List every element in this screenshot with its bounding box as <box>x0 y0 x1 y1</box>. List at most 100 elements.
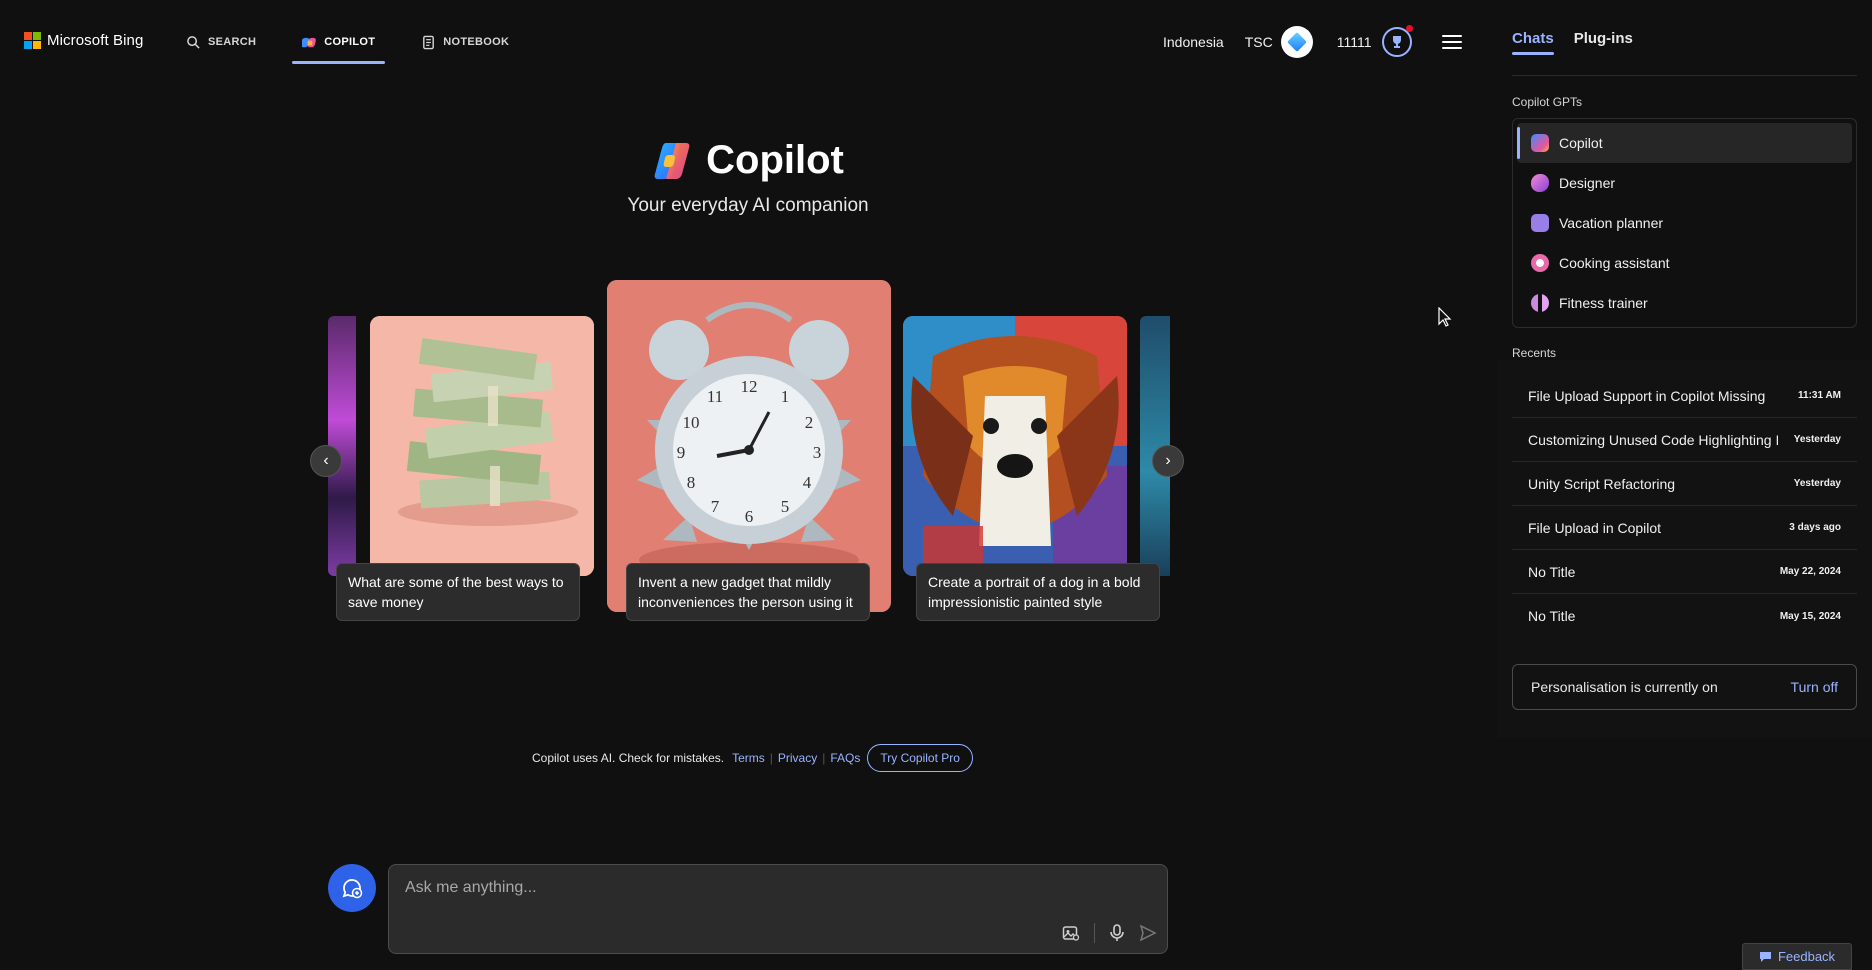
rewards-points[interactable]: 11111 <box>1337 34 1372 50</box>
copilot-icon <box>302 37 317 47</box>
gpt-item-designer[interactable]: Designer <box>1517 163 1852 203</box>
recent-chat-item[interactable]: Unity Script Refactoring Yesterday <box>1512 462 1857 506</box>
bowl-icon <box>1531 254 1549 272</box>
gpt-item-label: Fitness trainer <box>1559 295 1648 311</box>
tab-chats[interactable]: Chats <box>1512 30 1554 55</box>
disclaimer-bar: Copilot uses AI. Check for mistakes. Ter… <box>532 744 973 772</box>
try-copilot-pro-button[interactable]: Try Copilot Pro <box>867 744 973 772</box>
nav-search[interactable]: SEARCH <box>176 22 266 62</box>
suitcase-icon <box>1531 214 1549 232</box>
recent-chat-title: Unity Script Refactoring <box>1528 475 1676 492</box>
region-selector[interactable]: Indonesia <box>1163 34 1224 50</box>
nav-copilot[interactable]: COPILOT <box>292 22 386 64</box>
suggestion-card[interactable] <box>903 316 1127 576</box>
card-caption[interactable]: Create a portrait of a dog in a bold imp… <box>916 563 1160 621</box>
card-caption[interactable]: What are some of the best ways to save m… <box>336 563 580 621</box>
privacy-link[interactable]: Privacy <box>778 751 817 765</box>
search-icon <box>187 35 200 49</box>
card-caption[interactable]: Invent a new gadget that mildly inconven… <box>626 563 870 621</box>
svg-text:2: 2 <box>805 413 814 432</box>
nav-notebook-label: NOTEBOOK <box>443 36 510 48</box>
recent-chat-item[interactable]: No Title May 22, 2024 <box>1512 550 1857 594</box>
feedback-label: Feedback <box>1777 949 1836 964</box>
svg-text:8: 8 <box>687 473 696 492</box>
sidebar-divider <box>1512 75 1857 76</box>
recent-chat-item[interactable]: Customizing Unused Code Highlighting I Y… <box>1512 418 1857 462</box>
personalisation-status: Personalisation is currently on <box>1531 679 1718 695</box>
image-search-icon[interactable] <box>1062 924 1080 942</box>
divider: | <box>822 751 826 765</box>
recent-chat-time: Yesterday <box>1793 478 1841 489</box>
chat-input-placeholder[interactable]: Ask me anything... <box>405 879 537 897</box>
recent-chat-item[interactable]: File Upload Support in Copilot Missing 1… <box>1512 374 1857 418</box>
personalisation-banner: Personalisation is currently on Turn off <box>1512 664 1857 710</box>
sidebar-tabs: Chats Plug-ins <box>1512 30 1633 55</box>
carousel-next-button[interactable]: › <box>1152 445 1184 477</box>
hero: Copilot Your everyday AI companion <box>520 138 976 217</box>
user-initials[interactable]: TSC <box>1245 34 1273 50</box>
top-nav: SEARCH COPILOT NOTEBOOK <box>176 22 545 64</box>
svg-text:10: 10 <box>683 413 700 432</box>
divider: | <box>769 751 773 765</box>
recents-list: File Upload Support in Copilot Missing 1… <box>1512 374 1857 638</box>
gpt-item-copilot[interactable]: Copilot <box>1517 123 1852 163</box>
notification-dot <box>1405 25 1413 32</box>
designer-icon <box>1531 174 1549 192</box>
suggestion-card[interactable] <box>370 316 594 576</box>
recent-chat-title: File Upload Support in Copilot Missing <box>1528 387 1766 404</box>
send-icon[interactable] <box>1139 924 1157 942</box>
suggestion-carousel: 12 1 2 345 678 9 10 11 What are some of … <box>310 280 1184 621</box>
recents-heading: Recents <box>1512 346 1557 360</box>
recent-chat-item[interactable]: No Title May 15, 2024 <box>1512 594 1857 638</box>
gpt-item-label: Cooking assistant <box>1559 255 1670 271</box>
brand-name: Microsoft Bing <box>47 32 144 49</box>
dumbbell-icon <box>1531 294 1549 312</box>
gpts-heading: Copilot GPTs <box>1512 95 1583 109</box>
gpt-item-cooking-assistant[interactable]: Cooking assistant <box>1517 243 1852 283</box>
svg-text:12: 12 <box>741 377 758 396</box>
divider <box>1094 923 1095 943</box>
notebook-icon <box>423 35 435 49</box>
new-topic-button[interactable] <box>328 864 376 912</box>
new-chat-icon <box>342 879 363 899</box>
svg-text:7: 7 <box>711 497 720 516</box>
microsoft-logo-icon <box>24 32 41 49</box>
gpt-item-fitness-trainer[interactable]: Fitness trainer <box>1517 283 1852 323</box>
hamburger-menu-icon[interactable] <box>1441 35 1462 49</box>
gpt-item-vacation-planner[interactable]: Vacation planner <box>1517 203 1852 243</box>
recent-chat-item[interactable]: File Upload in Copilot 3 days ago <box>1512 506 1857 550</box>
recent-chat-time: 3 days ago <box>1789 522 1841 533</box>
recent-chat-time: May 22, 2024 <box>1779 566 1841 577</box>
avatar[interactable] <box>1280 26 1313 58</box>
svg-text:4: 4 <box>803 473 812 492</box>
nav-notebook[interactable]: NOTEBOOK <box>411 22 519 62</box>
svg-text:3: 3 <box>813 443 822 462</box>
bing-logo[interactable]: Microsoft Bing <box>24 32 143 49</box>
carousel-prev-button[interactable]: ‹ <box>310 445 342 477</box>
microphone-icon[interactable] <box>1109 924 1125 942</box>
dog-portrait-image <box>903 316 1127 576</box>
gpts-list: Copilot Designer Vacation planner Cookin… <box>1512 118 1857 328</box>
chat-input-box[interactable]: Ask me anything... <box>388 864 1168 954</box>
recent-chat-title: File Upload in Copilot <box>1528 519 1662 536</box>
recent-chat-time: Yesterday <box>1793 434 1841 445</box>
gpt-item-label: Designer <box>1559 175 1616 191</box>
recent-chat-title: No Title <box>1528 563 1576 580</box>
svg-text:11: 11 <box>707 387 723 406</box>
recent-chat-time: 11:31 AM <box>1798 390 1841 401</box>
faqs-link[interactable]: FAQs <box>830 751 860 765</box>
chevron-right-icon: › <box>1165 452 1171 469</box>
tab-plugins[interactable]: Plug-ins <box>1574 30 1633 55</box>
chevron-left-icon: ‹ <box>323 452 329 469</box>
trophy-icon <box>1392 36 1401 48</box>
gpt-item-label: Copilot <box>1559 135 1603 151</box>
svg-text:5: 5 <box>781 497 790 516</box>
turn-off-personalisation-link[interactable]: Turn off <box>1791 679 1838 695</box>
recent-chat-title: Customizing Unused Code Highlighting I <box>1528 431 1778 448</box>
rewards-trophy-icon[interactable] <box>1381 25 1413 57</box>
feedback-button[interactable]: Feedback <box>1742 943 1852 970</box>
hero-title: Copilot <box>706 138 844 182</box>
terms-link[interactable]: Terms <box>732 751 765 765</box>
nav-search-label: SEARCH <box>208 36 257 48</box>
header-account-area: Indonesia TSC 11111 <box>1163 25 1462 58</box>
